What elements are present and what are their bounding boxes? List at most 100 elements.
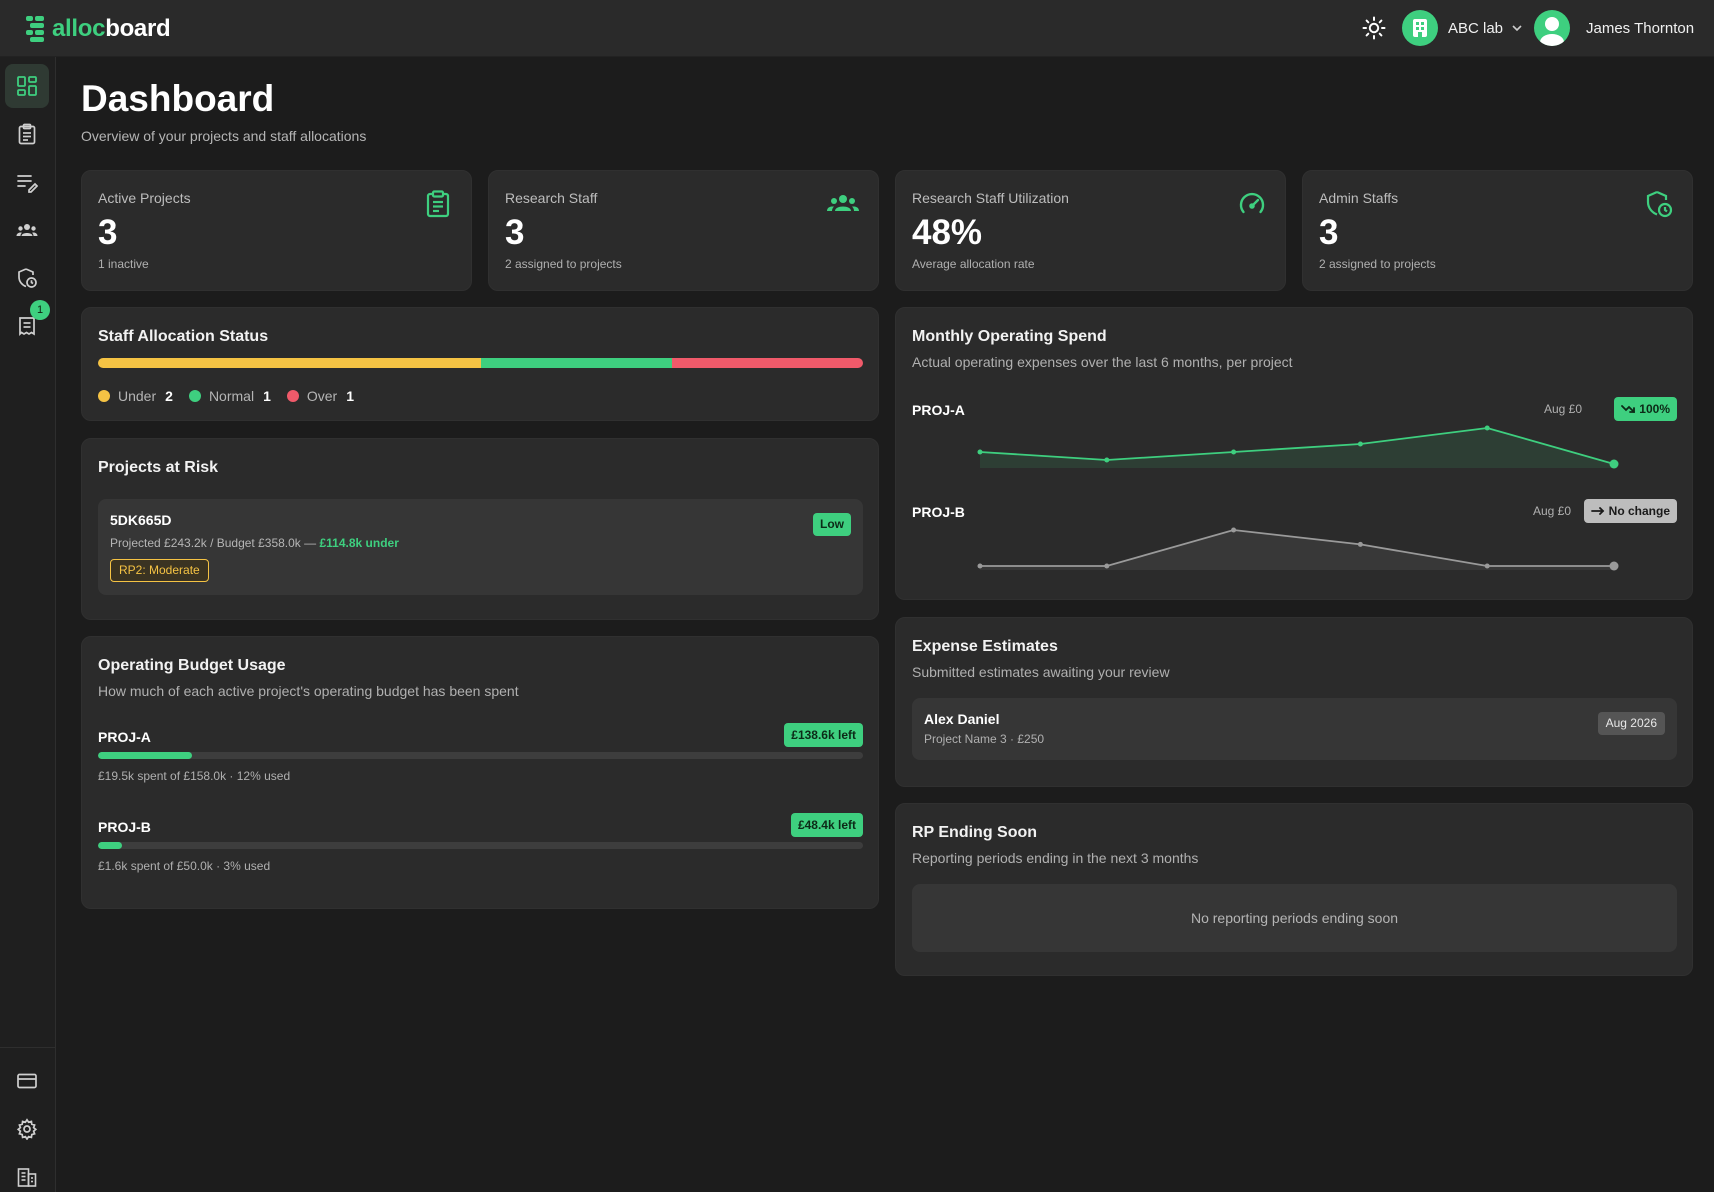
arrow-right-icon: [1590, 507, 1604, 515]
gauge-icon: [1239, 192, 1265, 214]
staff-allocation-card: Staff Allocation Status Under 2 Normal 1…: [81, 307, 879, 421]
card-icon: [17, 1073, 37, 1089]
sparkline-point: [977, 449, 983, 455]
sidebar-item-settings[interactable]: [5, 1107, 49, 1151]
page-subtitle: Overview of your projects and staff allo…: [81, 128, 367, 144]
top-bar: allocboard ABC lab James Thornton: [0, 0, 1714, 57]
allocation-legend: Under 2 Normal 1 Over 1: [98, 388, 370, 404]
legend-dot: [286, 390, 299, 402]
legend-count: 2: [165, 388, 173, 404]
budget-project-name: PROJ-B: [98, 819, 151, 835]
sparkline-point: [1104, 457, 1110, 463]
budget-note: £19.5k spent of £158.0k · 12% used: [98, 769, 291, 783]
allocation-segment-over: [671, 358, 863, 368]
legend-count: 1: [346, 388, 354, 404]
clipboard-icon: [18, 123, 36, 145]
stat-note: 1 inactive: [98, 257, 149, 271]
card-title: Monthly Operating Spend: [912, 328, 1107, 345]
risk-item[interactable]: 5DK665D Projected £243.2k / Budget £358.…: [98, 499, 863, 595]
legend-item-normal: Normal 1: [188, 388, 271, 404]
sparkline-point: [1357, 541, 1363, 547]
shield-clock-icon: [18, 268, 37, 288]
logo-text: allocboard: [52, 15, 171, 42]
allocation-segment-normal: [480, 358, 672, 368]
budget-progress-track: [98, 842, 863, 849]
sparkline-area: [980, 530, 1614, 570]
projects-at-risk-card: Projects at Risk 5DK665D Projected £243.…: [81, 438, 879, 620]
card-title: Expense Estimates: [912, 638, 1058, 655]
sidebar-item-billing[interactable]: [5, 1059, 49, 1103]
legend-item-under: Under 2: [98, 388, 173, 404]
card-subtitle: Reporting periods ending in the next 3 m…: [912, 850, 1199, 866]
stat-value: 3: [505, 213, 525, 252]
monthly-spend-card: Monthly Operating Spend Actual operating…: [895, 307, 1693, 600]
sidebar: 1: [0, 57, 56, 1192]
stat-card-admin-staffs: Admin Staffs 3 2 assigned to projects: [1302, 170, 1693, 291]
rp-ending-soon-card: RP Ending Soon Reporting periods ending …: [895, 803, 1693, 976]
chevron-down-icon: [1512, 25, 1522, 32]
building-icon: [17, 1168, 37, 1187]
user-menu[interactable]: James Thornton: [1534, 10, 1694, 46]
user-name: James Thornton: [1586, 19, 1695, 37]
team-icon: [827, 195, 859, 211]
sidebar-item-organization[interactable]: [5, 1155, 49, 1192]
estimate-item[interactable]: Alex Daniel Project Name 3 · £250 Aug 20…: [912, 698, 1677, 760]
gear-icon: [16, 1118, 38, 1140]
sidebar-item-admin[interactable]: [5, 256, 49, 300]
budget-project-name: PROJ-A: [98, 729, 151, 745]
spend-latest: Aug £0: [1532, 504, 1571, 518]
stat-note: 2 assigned to projects: [505, 257, 622, 271]
legend-count: 1: [263, 388, 271, 404]
empty-state: No reporting periods ending soon: [912, 884, 1677, 952]
shield-clock-icon: [1646, 190, 1673, 218]
sparkline-point: [1609, 459, 1619, 469]
allocation-segment-under: [98, 358, 481, 368]
org-switcher[interactable]: ABC lab: [1402, 10, 1523, 46]
dashboard-icon: [17, 76, 37, 96]
budget-note: £1.6k spent of £50.0k · 3% used: [98, 859, 271, 873]
legend-dot: [188, 390, 201, 402]
spend-project-name: PROJ-A: [912, 402, 965, 418]
allocation-bar: [98, 358, 863, 368]
logo-icon: [26, 16, 44, 42]
legend-item-over: Over 1: [286, 388, 354, 404]
sidebar-item-staff[interactable]: [5, 208, 49, 252]
stat-card-utilization: Research Staff Utilization 48% Average a…: [895, 170, 1286, 291]
sidebar-divider: [0, 1047, 56, 1048]
sparkline-point: [1231, 449, 1237, 455]
avatar: [1534, 10, 1570, 46]
risk-level-badge: Low: [813, 513, 851, 536]
estimate-detail: Project Name 3 · £250: [924, 732, 1045, 746]
team-icon: [16, 224, 38, 236]
card-subtitle: Submitted estimates awaiting your review: [912, 664, 1170, 680]
sparkline-point: [977, 563, 983, 569]
operating-budget-card: Operating Budget Usage How much of each …: [81, 636, 879, 909]
sparkline-point: [1484, 563, 1490, 569]
estimate-date-badge: Aug 2026: [1597, 712, 1665, 735]
expense-estimates-card: Expense Estimates Submitted estimates aw…: [895, 617, 1693, 787]
app-logo[interactable]: allocboard: [26, 14, 171, 44]
spend-change-pill: No change: [1583, 499, 1677, 523]
building-icon: [1402, 10, 1438, 46]
sparkline-point: [1231, 527, 1237, 533]
spend-project-name: PROJ-B: [912, 504, 965, 520]
theme-toggle-icon[interactable]: [1362, 16, 1386, 40]
sidebar-item-reports[interactable]: 1: [5, 300, 50, 348]
legend-label: Under: [118, 388, 157, 404]
stat-label: Research Staff Utilization: [912, 190, 1069, 206]
org-name: ABC lab: [1448, 19, 1504, 37]
sparkline-point: [1357, 441, 1363, 447]
spend-sparkline: [977, 527, 1619, 571]
sidebar-item-projects[interactable]: [5, 112, 49, 156]
estimate-submitter: Alex Daniel: [924, 711, 1000, 727]
edit-list-icon: [17, 175, 38, 193]
sparkline-point: [1484, 425, 1490, 431]
spend-row: PROJ-B Aug £0 No change: [912, 499, 1677, 594]
sidebar-item-dashboard[interactable]: [5, 64, 49, 108]
card-title: Staff Allocation Status: [98, 328, 269, 345]
budget-progress-track: [98, 752, 863, 759]
budget-left-badge: £138.6k left: [784, 723, 863, 747]
stat-value: 48%: [912, 213, 983, 252]
sidebar-item-allocations[interactable]: [5, 160, 49, 204]
stat-value: 3: [98, 213, 118, 252]
